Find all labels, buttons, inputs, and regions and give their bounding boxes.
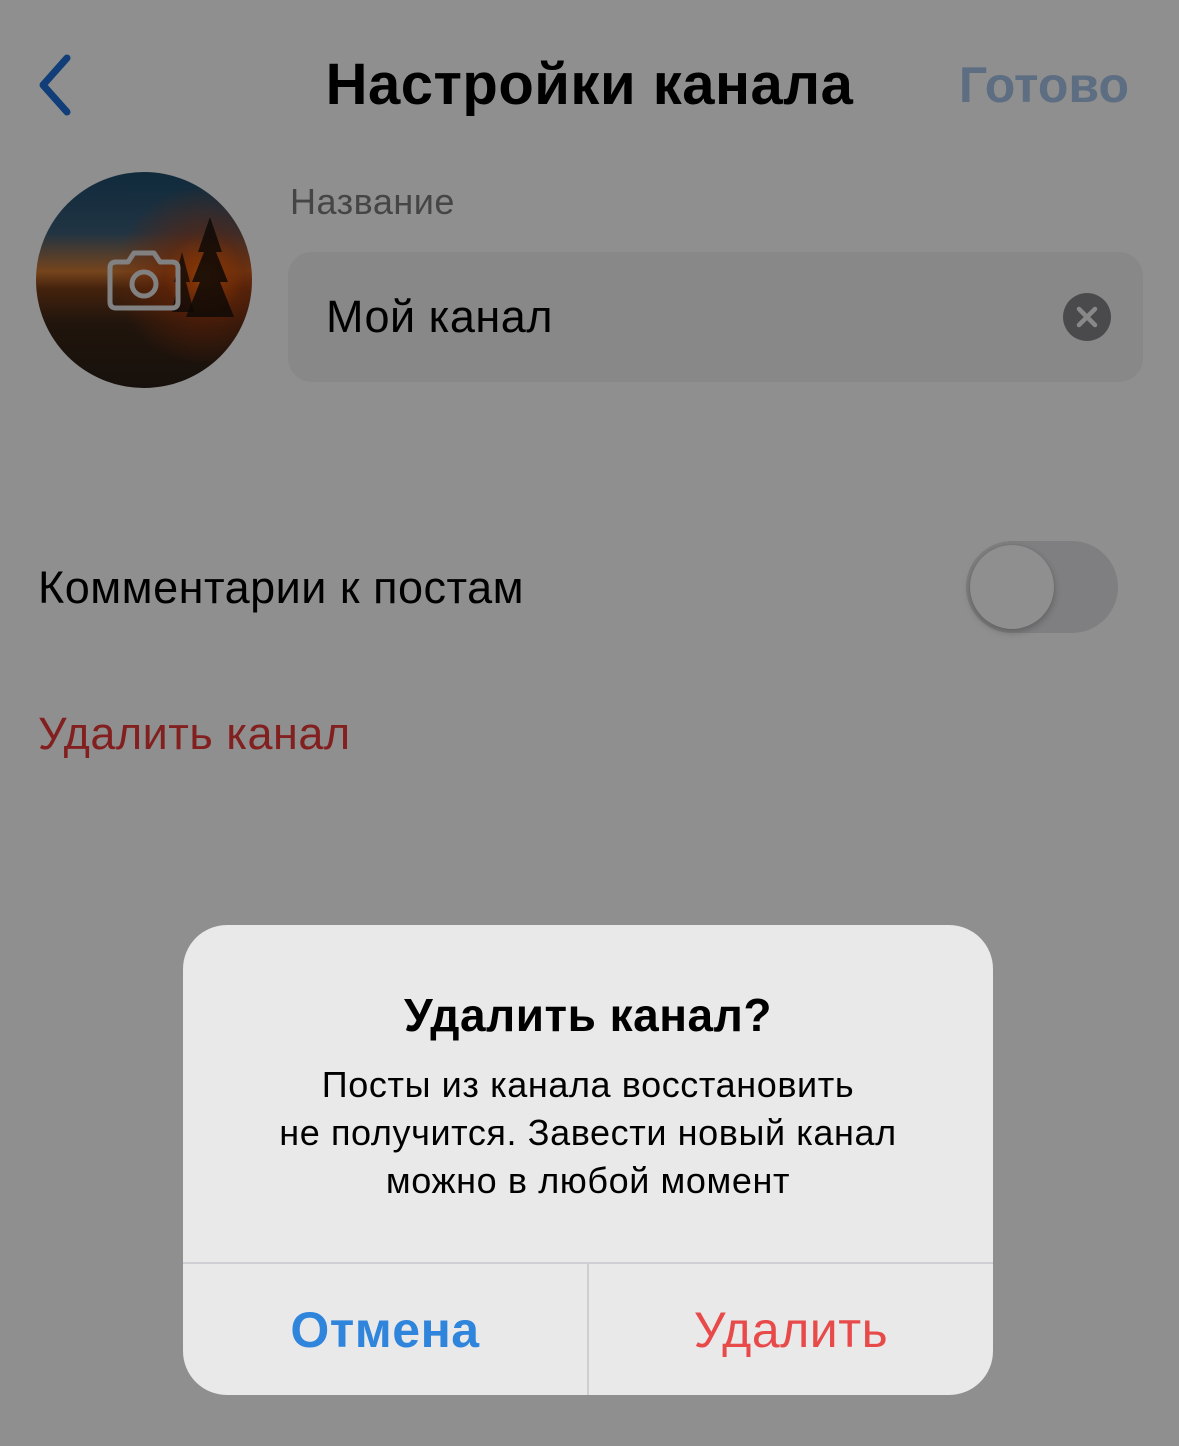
delete-confirmation-alert: Удалить канал? Посты из канала восстанов… bbox=[183, 925, 993, 1395]
confirm-delete-button[interactable]: Удалить bbox=[589, 1264, 993, 1395]
cancel-button[interactable]: Отмена bbox=[183, 1264, 587, 1395]
alert-message-line: можно в любой момент bbox=[385, 1160, 791, 1201]
alert-message-line: не получится. Завести новый канал bbox=[279, 1112, 897, 1153]
alert-message-line: Посты из канала восстановить bbox=[321, 1064, 855, 1105]
alert-message: Посты из канала восстановить не получитс… bbox=[223, 1061, 953, 1205]
alert-title: Удалить канал? bbox=[404, 989, 772, 1041]
